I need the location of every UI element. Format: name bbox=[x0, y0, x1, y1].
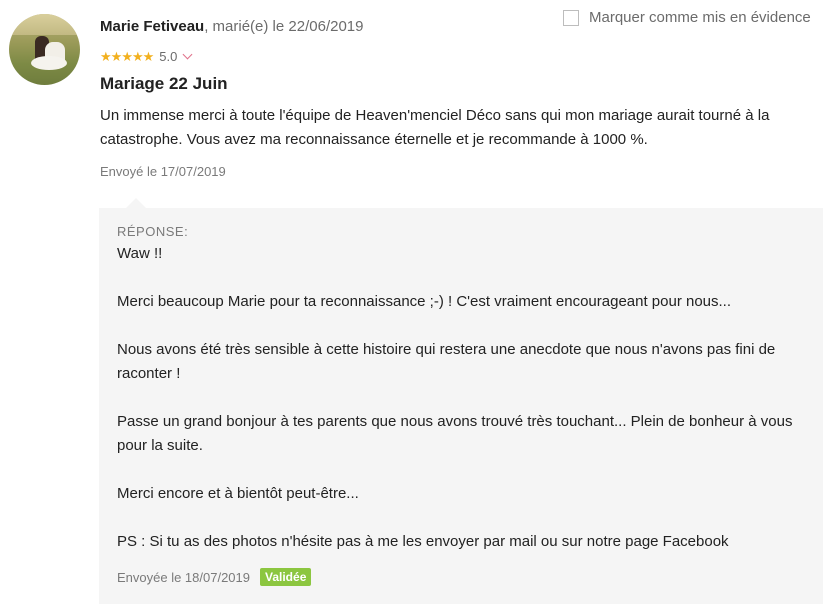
reply-notch bbox=[126, 198, 146, 208]
reply-footer: Envoyée le 18/07/2019 Validée bbox=[117, 568, 312, 586]
avatar[interactable] bbox=[9, 14, 80, 85]
reply-paragraph: Nous avons été très sensible à cette his… bbox=[117, 341, 776, 382]
chevron-down-icon[interactable] bbox=[182, 49, 193, 59]
reply-text: Waw !! Merci beaucoup Marie pour ta reco… bbox=[117, 242, 807, 554]
star-icon: ★ bbox=[100, 48, 112, 64]
rating-score: 5.0 bbox=[159, 48, 178, 64]
reply-paragraph: Waw !! bbox=[117, 245, 163, 262]
married-date: , marié(e) le 22/06/2019 bbox=[204, 18, 364, 35]
reply-box: RÉPONSE: Waw !! Merci beaucoup Marie pou… bbox=[99, 208, 823, 604]
reply-sent-date: Envoyée le 18/07/2019 bbox=[117, 569, 250, 585]
rating-stars: ★ ★ ★ ★ ★ bbox=[100, 48, 155, 64]
highlight-label[interactable]: Marquer comme mis en évidence bbox=[589, 9, 811, 26]
checkbox-icon[interactable] bbox=[563, 9, 579, 26]
review-header: Marie Fetiveau, marié(e) le 22/06/2019 bbox=[100, 17, 363, 37]
star-icon: ★ bbox=[121, 48, 133, 64]
reply-paragraph: PS : Si tu as des photos n'hésite pas à … bbox=[117, 533, 729, 550]
author-name[interactable]: Marie Fetiveau bbox=[100, 18, 204, 35]
review-sent-date: Envoyé le 17/07/2019 bbox=[100, 164, 226, 179]
review-card: Marie Fetiveau, marié(e) le 22/06/2019 M… bbox=[0, 0, 835, 604]
avatar-dress bbox=[31, 56, 67, 70]
reply-paragraph: Merci beaucoup Marie pour ta reconnaissa… bbox=[117, 293, 732, 310]
reply-paragraph: Merci encore et à bientôt peut-être... bbox=[117, 485, 359, 502]
star-icon: ★ bbox=[131, 48, 144, 64]
star-icon: ★ bbox=[142, 48, 155, 64]
reply-label: RÉPONSE: bbox=[117, 224, 189, 239]
review-body: Un immense merci à toute l'équipe de Hea… bbox=[100, 107, 770, 148]
avatar-sky bbox=[9, 14, 80, 36]
highlight-toggle[interactable]: Marquer comme mis en évidence bbox=[563, 9, 811, 26]
status-badge: Validée bbox=[260, 568, 312, 586]
star-icon: ★ bbox=[110, 48, 123, 64]
review-title: Mariage 22 Juin bbox=[100, 74, 228, 93]
reply-paragraph: Passe un grand bonjour à tes parents que… bbox=[117, 413, 793, 454]
rating[interactable]: ★ ★ ★ ★ ★ 5.0 bbox=[100, 47, 193, 65]
